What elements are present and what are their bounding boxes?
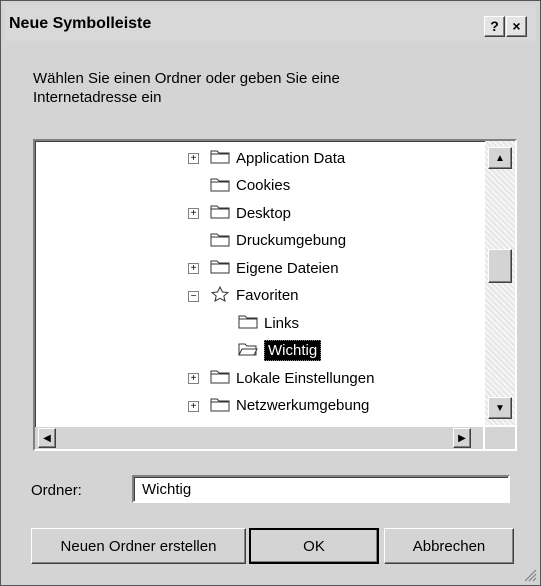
collapse-icon[interactable]: − xyxy=(188,290,199,302)
tree-item-label: Eigene Dateien xyxy=(236,259,339,277)
ok-button-label: OK xyxy=(303,537,325,555)
scroll-right-button[interactable]: ▶ xyxy=(453,428,471,448)
expand-icon[interactable]: + xyxy=(188,208,199,219)
open-folder-icon xyxy=(238,341,264,361)
resize-grip-icon[interactable] xyxy=(521,566,537,582)
dialog-window: Neue Symbolleiste ? × Wählen Sie einen O… xyxy=(0,0,541,586)
expand-icon[interactable]: + xyxy=(188,153,199,164)
close-button[interactable]: × xyxy=(506,16,527,37)
folder-icon xyxy=(210,176,236,196)
scroll-left-button[interactable]: ◀ xyxy=(38,428,56,448)
vertical-scrollbar[interactable]: ▲ ▼ xyxy=(485,141,515,425)
expand-icon[interactable]: + xyxy=(188,400,199,412)
cancel-button[interactable]: Abbrechen xyxy=(384,528,514,564)
tree-item-label: Favoriten xyxy=(236,287,299,304)
new-folder-button[interactable]: Neuen Ordner erstellen xyxy=(31,528,246,564)
tree-item-label: Desktop xyxy=(236,204,292,222)
tree-item[interactable]: + Desktop xyxy=(188,200,292,226)
horizontal-scrollbar[interactable]: ◀ ▶ xyxy=(35,427,483,449)
tree-item-label: Druckumgebung xyxy=(236,232,347,249)
tree-item[interactable]: + Eigene Dateien xyxy=(188,255,339,281)
cancel-button-label: Abbrechen xyxy=(412,537,486,555)
ok-button[interactable]: OK xyxy=(249,528,379,564)
folder-icon xyxy=(210,396,236,416)
folder-tree[interactable]: + Application Data Cookies + Desktop Druckumg… xyxy=(33,139,517,451)
dialog-title: Neue Symbolleiste xyxy=(9,15,152,32)
tree-item[interactable]: + Lokale Einstellungen xyxy=(188,365,375,391)
expand-icon[interactable]: + xyxy=(188,263,199,274)
tree-item-label: Wichtig xyxy=(264,340,322,361)
tree-item[interactable]: Links xyxy=(238,310,299,336)
scroll-corner xyxy=(485,427,515,449)
folder-icon xyxy=(210,258,236,278)
folder-icon xyxy=(238,313,264,333)
folder-icon xyxy=(210,148,236,168)
scroll-thumb[interactable] xyxy=(488,249,512,283)
tree-item-label: Cookies xyxy=(236,177,291,194)
tree-item-label: Application Data xyxy=(236,149,346,167)
folder-icon xyxy=(210,231,236,251)
folder-icon xyxy=(210,203,236,223)
tree-item-label: Links xyxy=(264,314,300,332)
folder-input[interactable]: Wichtig xyxy=(132,475,510,503)
scroll-down-button[interactable]: ▼ xyxy=(488,397,512,419)
prompt-text: Wählen Sie einen Ordner oder geben Sie e… xyxy=(33,70,340,106)
tree-item[interactable]: − Favoriten xyxy=(188,283,299,309)
star-folder-icon xyxy=(210,285,236,306)
tree-item[interactable]: Wichtig xyxy=(238,338,322,364)
new-folder-button-label: Neuen Ordner erstellen xyxy=(60,537,217,555)
tree-item[interactable]: + Application Data xyxy=(188,145,346,171)
tree-item[interactable]: Druckumgebung xyxy=(210,228,346,254)
tree-item[interactable]: + Netzwerkumgebung xyxy=(188,393,370,419)
title-bar[interactable]: Neue Symbolleiste ? × xyxy=(5,5,536,41)
folder-label: Ordner: xyxy=(31,482,82,499)
folder-icon xyxy=(210,368,236,388)
expand-icon[interactable]: + xyxy=(188,373,199,384)
tree-item[interactable]: Cookies xyxy=(210,173,290,199)
tree-item-label: Lokale Einstellungen xyxy=(236,369,375,387)
tree-item-label: Netzwerkumgebung xyxy=(236,397,370,414)
scroll-up-button[interactable]: ▲ xyxy=(488,147,512,169)
help-button[interactable]: ? xyxy=(484,16,505,37)
